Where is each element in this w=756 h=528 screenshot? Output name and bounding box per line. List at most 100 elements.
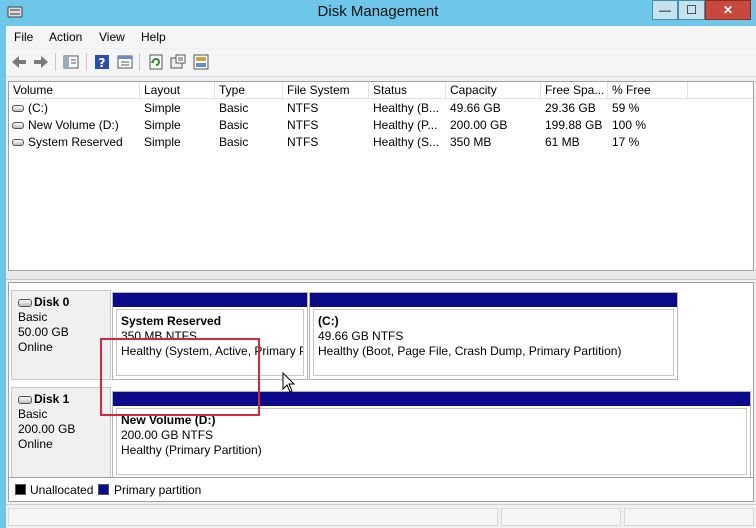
volume-list-header: Volume Layout Type File System Status Ca… <box>9 82 753 99</box>
partition-body: New Volume (D:) 200.00 GB NTFS Healthy (… <box>116 408 747 475</box>
partition-size: 200.00 GB NTFS <box>121 428 214 442</box>
volume-name-cell: (C:) <box>12 100 140 117</box>
partition-status: Healthy (Primary Partition) <box>121 443 262 457</box>
mouse-pointer-icon <box>282 372 296 393</box>
volume-name: New Volume (D:) <box>28 118 119 132</box>
menu-help[interactable]: Help <box>141 30 166 44</box>
properties-icon[interactable] <box>116 53 134 71</box>
type-cell: Basic <box>219 101 249 115</box>
percent-free-cell: 17 % <box>612 135 640 149</box>
disk-type: Basic <box>18 310 48 324</box>
console-tree-icon[interactable] <box>62 53 80 71</box>
legend-primary-partition: Primary partition <box>114 483 202 497</box>
disk-size: 200.00 GB <box>18 422 76 436</box>
layout-cell: Simple <box>144 118 181 132</box>
status-cell: Healthy (P... <box>373 118 438 132</box>
pane-splitter[interactable] <box>6 272 756 280</box>
disk-icon <box>18 395 32 404</box>
back-arrow-icon[interactable] <box>10 53 28 71</box>
menu-action[interactable]: Action <box>49 30 82 44</box>
primary-partition-bar <box>310 293 677 307</box>
minimize-button[interactable]: — <box>652 0 678 20</box>
partition-name: (C:) <box>318 314 339 328</box>
volume-name: System Reserved <box>28 135 123 149</box>
toolbar-separator <box>55 53 56 71</box>
highlight-box <box>100 338 260 416</box>
file-system-cell: NTFS <box>287 118 319 132</box>
primary-partition-swatch <box>98 484 109 495</box>
column-type[interactable]: Type <box>215 82 283 99</box>
volume-list: Volume Layout Type File System Status Ca… <box>8 81 754 271</box>
volume-row[interactable]: System Reserved Simple Basic NTFS Health… <box>9 134 753 151</box>
unallocated-swatch <box>15 484 26 495</box>
menu-view[interactable]: View <box>99 30 125 44</box>
export-icon[interactable] <box>192 53 210 71</box>
menu-file[interactable]: File <box>14 30 33 44</box>
partition-size: 49.66 GB NTFS <box>318 329 404 343</box>
disk-name: Disk 0 <box>34 295 70 309</box>
column-file-system[interactable]: File System <box>283 82 369 99</box>
disk-state: Online <box>18 340 53 354</box>
layout-cell: Simple <box>144 101 181 115</box>
volume-name: (C:) <box>28 101 48 115</box>
client-area: File Action View Help ? Volume Layout Ty… <box>6 26 756 528</box>
volume-name-cell: System Reserved <box>12 134 140 151</box>
svg-text:?: ? <box>99 56 106 70</box>
status-pane-3 <box>624 508 754 526</box>
type-cell: Basic <box>219 135 249 149</box>
primary-partition-bar <box>113 293 307 307</box>
partition-status: Healthy (Boot, Page File, Crash Dump, Pr… <box>318 344 622 358</box>
volume-name-cell: New Volume (D:) <box>12 117 140 134</box>
column-capacity[interactable]: Capacity <box>446 82 541 99</box>
title-bar: Disk Management — ☐ ✕ <box>0 0 756 26</box>
menu-bar: File Action View Help <box>6 26 756 48</box>
volume-icon <box>12 105 24 113</box>
file-system-cell: NTFS <box>287 135 319 149</box>
partition-c-drive[interactable]: (C:) 49.66 GB NTFS Healthy (Boot, Page F… <box>309 292 678 380</box>
disk-size: 50.00 GB <box>18 325 69 339</box>
capacity-cell: 49.66 GB <box>450 101 501 115</box>
status-pane-1 <box>8 508 498 526</box>
disk-state: Online <box>18 437 53 451</box>
help-icon[interactable]: ? <box>93 53 111 71</box>
column-status[interactable]: Status <box>369 82 446 99</box>
free-space-cell: 29.36 GB <box>545 101 596 115</box>
toolbar-separator <box>139 53 140 71</box>
disk-1-label[interactable]: Disk 1 Basic 200.00 GB Online <box>11 387 111 477</box>
legend-unallocated: Unallocated <box>30 483 94 497</box>
free-space-cell: 199.88 GB <box>545 118 603 132</box>
status-bar <box>6 504 756 528</box>
disk-icon <box>18 298 32 307</box>
capacity-cell: 200.00 GB <box>450 118 508 132</box>
maximize-button[interactable]: ☐ <box>678 0 705 20</box>
refresh-icon[interactable] <box>147 53 165 71</box>
partition-name: System Reserved <box>121 314 222 328</box>
rescan-icon[interactable] <box>169 53 187 71</box>
disk-0-label[interactable]: Disk 0 Basic 50.00 GB Online <box>11 290 111 380</box>
status-cell: Healthy (B... <box>373 101 440 115</box>
layout-cell: Simple <box>144 135 181 149</box>
column-percent-free[interactable]: % Free <box>608 82 688 99</box>
partition-body: (C:) 49.66 GB NTFS Healthy (Boot, Page F… <box>313 309 674 376</box>
forward-arrow-icon[interactable] <box>32 53 50 71</box>
legend: Unallocated Primary partition <box>8 478 754 502</box>
column-volume[interactable]: Volume <box>9 82 140 99</box>
column-free-space[interactable]: Free Spa... <box>541 82 608 99</box>
free-space-cell: 61 MB <box>545 135 580 149</box>
close-button[interactable]: ✕ <box>705 0 751 20</box>
column-layout[interactable]: Layout <box>140 82 215 99</box>
disk-name: Disk 1 <box>34 392 70 406</box>
volume-row[interactable]: (C:) Simple Basic NTFS Healthy (B... 49.… <box>9 100 753 117</box>
status-cell: Healthy (S... <box>373 135 440 149</box>
file-system-cell: NTFS <box>287 101 319 115</box>
percent-free-cell: 100 % <box>612 118 647 132</box>
status-pane-2 <box>501 508 621 526</box>
capacity-cell: 350 MB <box>450 135 492 149</box>
type-cell: Basic <box>219 118 249 132</box>
percent-free-cell: 59 % <box>612 101 640 115</box>
window-title: Disk Management <box>317 3 439 20</box>
toolbar: ? <box>6 49 756 77</box>
volume-row[interactable]: New Volume (D:) Simple Basic NTFS Health… <box>9 117 753 134</box>
volume-icon <box>12 122 24 130</box>
volume-icon <box>12 139 24 147</box>
